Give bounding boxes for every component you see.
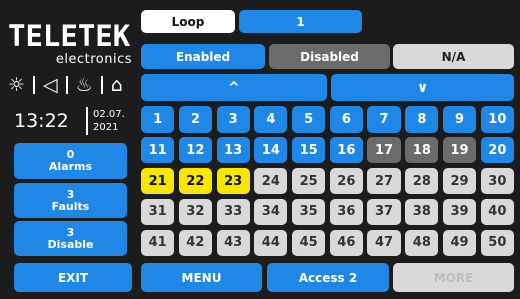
device-cell[interactable]: 41: [141, 229, 175, 256]
divider: [86, 107, 88, 135]
device-cell[interactable]: 5: [292, 106, 326, 133]
alarms-label: Alarms: [48, 160, 93, 173]
disabled-filter-button[interactable]: Disabled: [269, 44, 390, 69]
device-cell[interactable]: 43: [216, 229, 250, 256]
device-cell[interactable]: 33: [216, 198, 250, 226]
device-cell[interactable]: 20: [480, 136, 514, 164]
access-level-button[interactable]: Access 2: [267, 263, 389, 292]
loop-number-tab[interactable]: 1: [239, 10, 362, 33]
scroll-down-button[interactable]: ∨: [331, 74, 514, 101]
device-cell[interactable]: 40: [480, 198, 514, 226]
power-led-icon: ☼: [8, 74, 26, 96]
exit-button[interactable]: EXIT: [14, 263, 132, 292]
divider: [65, 76, 68, 94]
device-cell[interactable]: 4: [254, 106, 288, 133]
device-cell[interactable]: 3: [216, 106, 250, 133]
device-cell[interactable]: 48: [405, 229, 439, 256]
device-cell[interactable]: 6: [329, 106, 363, 133]
scroll-up-button[interactable]: ^: [141, 74, 327, 101]
device-cell[interactable]: 45: [292, 229, 326, 256]
device-cell[interactable]: 31: [141, 198, 175, 226]
device-cell[interactable]: 8: [405, 106, 439, 133]
device-cell[interactable]: 17: [367, 136, 401, 164]
device-cell[interactable]: 27: [367, 167, 401, 195]
device-cell[interactable]: 28: [405, 167, 439, 195]
disable-label: Disable: [47, 237, 94, 251]
logo-subtitle: electronics: [55, 52, 132, 67]
chevron-down-icon: ∨: [416, 79, 429, 96]
device-cell[interactable]: 50: [480, 229, 514, 256]
fault-icon: ⌂: [110, 74, 123, 96]
device-cell[interactable]: 32: [178, 198, 212, 226]
device-cell[interactable]: 11: [141, 136, 175, 164]
device-cell[interactable]: 12: [178, 136, 212, 164]
device-cell[interactable]: 22: [178, 167, 212, 195]
alarms-button[interactable]: 0 Alarms: [14, 143, 127, 179]
sounder-icon: ◁: [43, 74, 58, 96]
device-cell[interactable]: 37: [367, 198, 401, 226]
device-cell[interactable]: 25: [292, 167, 326, 195]
faults-count: 3: [66, 187, 75, 201]
fire-icon: ♨: [75, 74, 93, 96]
faults-label: Faults: [51, 199, 90, 213]
device-cell[interactable]: 23: [216, 167, 250, 195]
disable-button[interactable]: 3 Disable: [14, 221, 127, 256]
device-grid: 1 2 3 4 5 6 7 8 9 10 11 12 13 14 15 16 17 18 19 20 21 22 23 24 2…: [141, 106, 514, 256]
status-indicators: ☼ ◁ ♨ ⌂: [8, 72, 136, 98]
device-cell[interactable]: 46: [329, 229, 363, 256]
device-cell[interactable]: 21: [141, 167, 175, 195]
disable-count: 3: [66, 225, 75, 239]
device-cell[interactable]: 14: [254, 136, 288, 164]
device-cell[interactable]: 29: [442, 167, 477, 195]
faults-button[interactable]: 3 Faults: [14, 183, 127, 218]
device-cell[interactable]: 35: [292, 198, 326, 226]
device-cell[interactable]: 47: [367, 229, 401, 256]
menu-button[interactable]: MENU: [141, 263, 262, 292]
device-cell[interactable]: 1: [141, 106, 175, 133]
date-year: 2021: [93, 122, 119, 133]
device-cell[interactable]: 44: [254, 229, 288, 256]
device-cell[interactable]: 38: [405, 198, 439, 226]
device-cell[interactable]: 24: [254, 167, 288, 195]
clock-time: 13:22: [14, 110, 69, 132]
device-cell[interactable]: 10: [480, 106, 514, 133]
device-cell[interactable]: 26: [329, 167, 363, 195]
device-cell[interactable]: 16: [329, 136, 363, 164]
device-cell[interactable]: 19: [442, 136, 477, 164]
more-button[interactable]: MORE: [393, 263, 514, 292]
device-cell[interactable]: 13: [216, 136, 250, 164]
device-cell[interactable]: 7: [367, 106, 401, 133]
na-filter-button[interactable]: N/A: [393, 44, 514, 69]
device-cell[interactable]: 42: [178, 229, 212, 256]
device-cell[interactable]: 2: [178, 106, 212, 133]
date-day-month: 02.07.: [93, 109, 125, 120]
clock-date: 02.07. 2021: [93, 108, 125, 134]
device-cell[interactable]: 18: [405, 136, 439, 164]
divider: [100, 76, 103, 94]
device-cell[interactable]: 15: [292, 136, 326, 164]
divider: [33, 76, 36, 94]
device-cell[interactable]: 39: [442, 198, 477, 226]
device-cell[interactable]: 36: [329, 198, 363, 226]
teletek-logo: TELETEK: [8, 19, 131, 53]
loop-tab[interactable]: Loop: [141, 10, 235, 33]
device-cell[interactable]: 34: [254, 198, 288, 226]
enabled-filter-button[interactable]: Enabled: [141, 44, 265, 69]
device-cell[interactable]: 9: [442, 106, 477, 133]
device-cell[interactable]: 30: [480, 167, 514, 195]
chevron-up-icon: ^: [228, 79, 240, 96]
device-cell[interactable]: 49: [442, 229, 477, 256]
